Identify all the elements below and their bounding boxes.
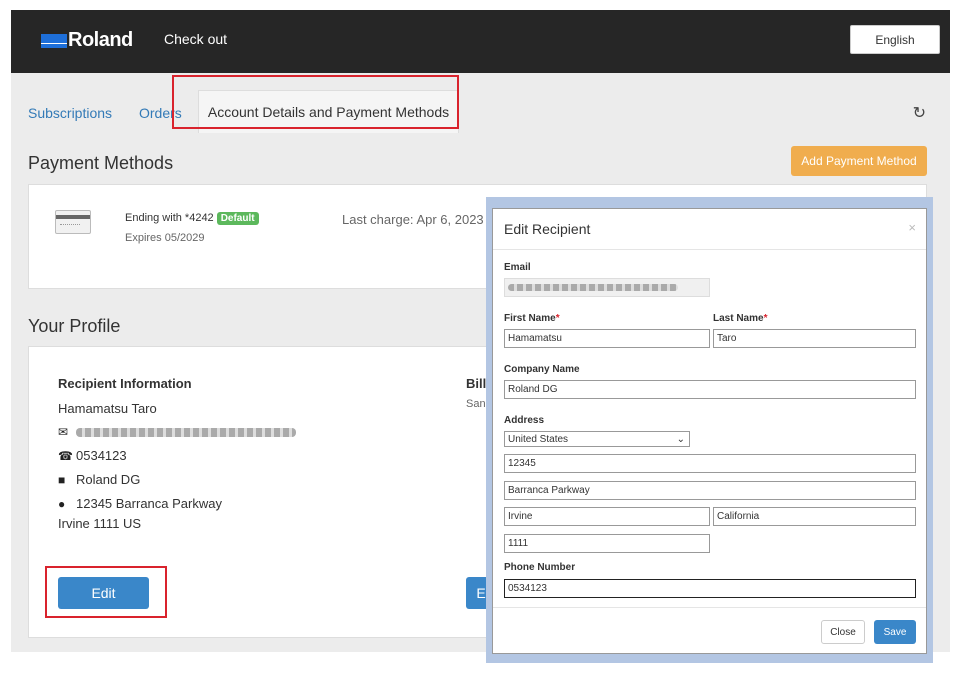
address-line1-field[interactable]: 12345 (504, 454, 916, 473)
refresh-icon[interactable]: ↻ (913, 103, 926, 123)
brand-name: Roland (68, 29, 133, 51)
required-marker: * (555, 313, 560, 324)
last-name-field[interactable]: Taro (713, 329, 916, 348)
billing-subtext: San (466, 398, 486, 410)
language-button[interactable]: English (850, 25, 940, 54)
default-badge: Default (216, 212, 259, 225)
country-value: United States (508, 433, 569, 445)
close-button[interactable]: Close (821, 620, 865, 644)
tab-bar: Subscriptions Orders Account Details and… (11, 73, 950, 133)
phone-icon: ☎ (58, 448, 73, 463)
recipient-address-row: ● 12345 Barranca Parkway (58, 496, 222, 511)
redacted-email-value (508, 284, 678, 291)
card-ending-text: Ending with *4242 (125, 212, 214, 224)
state-field[interactable]: California (713, 507, 916, 526)
edit-recipient-button[interactable]: Edit (58, 577, 149, 609)
briefcase-icon: ■ (58, 472, 66, 487)
recipient-address-line2: Irvine 1111 US (58, 516, 142, 531)
first-name-field[interactable]: Hamamatsu (504, 329, 710, 348)
credit-card-icon (55, 210, 91, 234)
modal-header: Edit Recipient × (493, 209, 926, 250)
envelope-icon: ✉ (58, 425, 69, 439)
first-name-label: First Name* (504, 313, 560, 324)
modal-footer: Close Save (493, 607, 926, 654)
recipient-name: Hamamatsu Taro (58, 401, 157, 416)
payment-methods-title: Payment Methods (28, 153, 174, 173)
edit-recipient-modal: Edit Recipient × Email First Name* Hamam… (492, 208, 927, 654)
address-line2-field[interactable]: Barranca Parkway (504, 481, 916, 500)
card-expires: Expires 05/2029 (125, 232, 205, 244)
your-profile-title: Your Profile (28, 316, 121, 336)
recipient-address-line1: 12345 Barranca Parkway (76, 496, 222, 511)
required-marker: * (763, 313, 768, 324)
billing-heading: Bill (466, 376, 487, 391)
recipient-heading: Recipient Information (58, 376, 192, 391)
close-icon[interactable]: × (908, 220, 916, 235)
recipient-email: ✉ (58, 425, 296, 439)
tab-orders[interactable]: Orders (139, 105, 182, 121)
tab-subscriptions[interactable]: Subscriptions (28, 105, 112, 121)
last-charge: Last charge: Apr 6, 2023 (342, 212, 484, 227)
email-label: Email (504, 262, 531, 273)
modal-title: Edit Recipient (504, 221, 591, 237)
top-navbar: Roland Check out English (11, 10, 950, 73)
map-marker-icon: ● (58, 496, 66, 511)
add-payment-method-button[interactable]: Add Payment Method (791, 146, 927, 176)
country-select[interactable]: United States ⌄ (504, 431, 690, 447)
address-label: Address (504, 415, 545, 426)
zip-field[interactable]: 1111 (504, 534, 710, 553)
card-ending: Ending with *4242 Default (125, 212, 259, 225)
logo-mark-icon (41, 33, 67, 48)
company-label: Company Name (504, 364, 580, 375)
recipient-phone-row: ☎ 0534123 (58, 448, 127, 463)
first-name-label-text: First Name (504, 313, 556, 324)
phone-field[interactable]: 0534123 (504, 579, 916, 598)
email-field (504, 278, 710, 297)
recipient-company-row: ■ Roland DG (58, 472, 140, 487)
city-field[interactable]: Irvine (504, 507, 710, 526)
last-name-label-text: Last Name (713, 313, 764, 324)
last-name-label: Last Name* (713, 313, 767, 324)
phone-label: Phone Number (504, 562, 576, 573)
save-button[interactable]: Save (874, 620, 916, 644)
recipient-company: Roland DG (76, 472, 141, 487)
roland-logo[interactable]: Roland (41, 29, 133, 52)
checkout-link[interactable]: Check out (164, 31, 227, 47)
redacted-email (76, 427, 296, 437)
tab-account-details[interactable]: Account Details and Payment Methods (198, 90, 459, 133)
company-field[interactable]: Roland DG (504, 380, 916, 399)
chevron-down-icon: ⌄ (676, 433, 685, 445)
recipient-phone: 0534123 (76, 448, 127, 463)
